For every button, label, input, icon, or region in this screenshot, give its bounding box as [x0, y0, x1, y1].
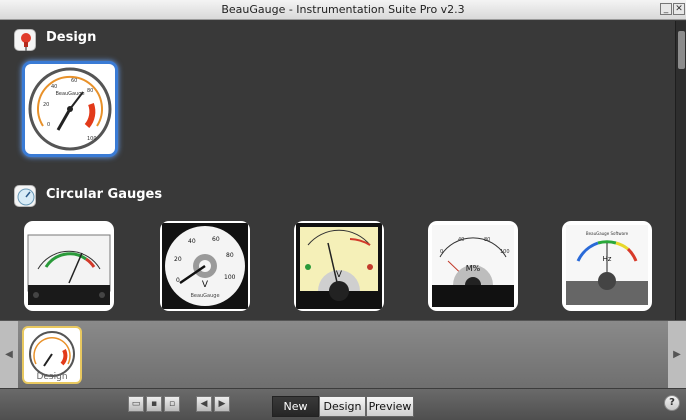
close-button[interactable]: ✕: [673, 3, 685, 15]
help-button[interactable]: ?: [664, 395, 680, 411]
design-tick-label: 60: [71, 78, 77, 84]
save-icon[interactable]: ▪: [146, 396, 162, 412]
voltmeter-brand: BeauGauge: [190, 293, 219, 299]
section-title-circular-gauges: Circular Gauges: [46, 187, 163, 202]
back-icon[interactable]: ◀: [196, 396, 212, 412]
vu-meter-gauge-tile[interactable]: [24, 221, 114, 311]
hz-meter-gauge-tile[interactable]: BeauGauge Software Hz: [562, 221, 652, 311]
m-percent-tick-label: 40: [458, 237, 464, 243]
design-gauge-tile[interactable]: BeauGauge 0 20 40 60 80 100: [22, 61, 118, 157]
voltmeter-tick-label: 0: [176, 277, 180, 284]
design-tick-label: 80: [87, 88, 93, 94]
thumbnail-label: Design: [36, 372, 68, 382]
m-percent-tick-label: 0: [440, 249, 443, 255]
m-percent-tick-label: 100: [500, 249, 510, 255]
voltmeter-tick-label: 80: [226, 252, 234, 259]
bottom-toolbar: ▭ ▪ ▫ ◀ ▶ New Design Preview ?: [0, 388, 686, 420]
voltmeter-unit: V: [202, 280, 209, 290]
voltmeter-tick-label: 100: [224, 274, 236, 281]
new-button[interactable]: New: [272, 396, 319, 417]
open-icon[interactable]: ▭: [128, 396, 144, 412]
m-percent-gauge-tile[interactable]: M% 0 40 80 100: [428, 221, 518, 311]
m-percent-unit: M%: [466, 264, 481, 273]
design-button[interactable]: Design: [319, 396, 366, 417]
strip-scroll-left-icon[interactable]: ◀: [0, 321, 18, 389]
hz-meter-unit: Hz: [603, 255, 612, 263]
gallery-panel: Design BeauGauge 0 20 40 60 80 100 Circu…: [0, 21, 675, 320]
preview-button[interactable]: Preview: [366, 396, 414, 417]
voltmeter-tick-label: 40: [188, 238, 196, 245]
hz-meter-brand: BeauGauge Software: [586, 231, 629, 236]
m-percent-tick-label: 80: [484, 237, 490, 243]
design-tick-label: 40: [51, 84, 57, 90]
scrollbar-thumb[interactable]: [678, 31, 685, 69]
design-tick-label: 0: [47, 122, 50, 128]
amber-voltmeter-gauge-tile[interactable]: V: [294, 221, 384, 311]
voltmeter-tick-label: 20: [174, 256, 182, 263]
design-tick-label: 20: [43, 102, 49, 108]
window-titlebar: BeauGauge - Instrumentation Suite Pro v2…: [0, 0, 686, 20]
amber-voltmeter-unit: V: [336, 270, 343, 280]
design-tick-label: 100: [87, 136, 97, 142]
pushpin-icon: [14, 29, 36, 51]
section-title-design: Design: [46, 30, 97, 45]
strip-scroll-right-icon[interactable]: ▶: [668, 321, 686, 389]
forward-icon[interactable]: ▶: [214, 396, 230, 412]
vertical-scrollbar[interactable]: [675, 21, 686, 320]
design-thumbnail[interactable]: Design: [22, 326, 82, 384]
voltmeter-tick-label: 60: [212, 236, 220, 243]
save-as-icon[interactable]: ▫: [164, 396, 180, 412]
thumbnail-strip: ◀ Design ▶: [0, 320, 686, 389]
voltmeter-gauge-tile[interactable]: V BeauGauge 0 20 40 60 80 100: [160, 221, 250, 311]
minimize-button[interactable]: _: [660, 3, 672, 15]
window-title: BeauGauge - Instrumentation Suite Pro v2…: [221, 3, 465, 16]
gauge-icon: [14, 185, 36, 207]
design-brand-label: BeauGauge: [55, 91, 84, 97]
